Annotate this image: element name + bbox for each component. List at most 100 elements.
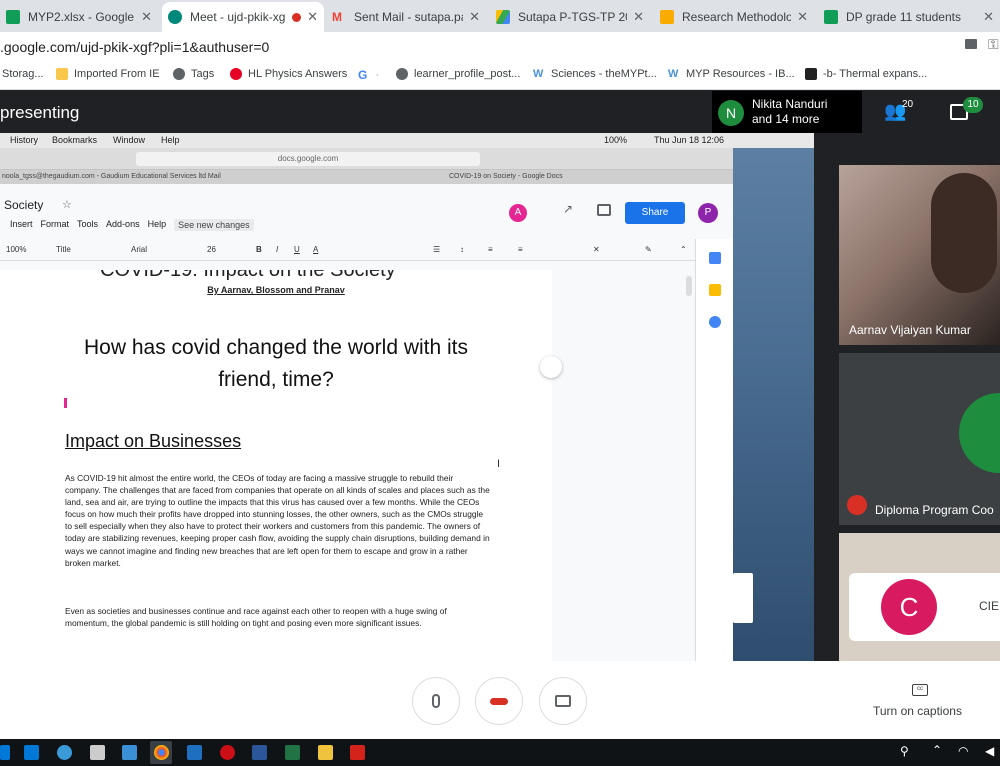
close-icon[interactable]: ✕	[307, 9, 318, 25]
bookmark-hl-physics[interactable]: HL Physics Answers	[230, 68, 347, 80]
zoom-select[interactable]: 100%	[6, 245, 26, 254]
bookmark-imported[interactable]: Imported From IE	[56, 68, 160, 80]
tab-title: Sutapa P-TGS-TP 2020	[518, 10, 627, 24]
menu-format[interactable]: Format	[41, 219, 70, 231]
share-button[interactable]: Share	[625, 202, 685, 224]
bookmark-tags[interactable]: Tags	[173, 68, 214, 80]
pdf-icon[interactable]	[350, 745, 365, 760]
camera-icon[interactable]	[965, 39, 977, 49]
mac-menu-help[interactable]: Help	[161, 135, 180, 145]
file-explorer-icon[interactable]	[318, 745, 333, 760]
key-icon[interactable]: ⚿	[988, 36, 999, 53]
hang-up-button[interactable]	[475, 677, 523, 725]
edit-mode-icon[interactable]: ✎	[645, 245, 652, 254]
tab-myp2[interactable]: MYP2.xlsx - Google Sh ✕	[0, 2, 158, 32]
captions-button[interactable]: Turn on captions	[873, 704, 962, 718]
tasks-icon[interactable]	[709, 316, 721, 328]
tab-research[interactable]: Research Methodology ✕	[654, 2, 814, 32]
bookmark-learner[interactable]: learner_profile_post...	[396, 68, 520, 80]
calendar-icon[interactable]	[709, 252, 721, 264]
clear-format-icon[interactable]: ✕	[593, 245, 600, 254]
tab-dp-grade[interactable]: DP grade 11 students ✕	[818, 2, 1000, 32]
volume-icon[interactable]: ◀	[985, 744, 994, 758]
windows-taskbar: ⚲ ⌃ ◠ ◀	[0, 739, 1000, 766]
safari-tab-docs[interactable]: COVID-19 on Society - Google Docs	[449, 173, 563, 180]
menu-tools[interactable]: Tools	[77, 219, 98, 231]
close-icon[interactable]: ✕	[141, 9, 152, 25]
close-icon[interactable]: ✕	[797, 9, 808, 25]
opera-icon[interactable]	[220, 745, 235, 760]
bookmark-label: Sciences - theMYPt...	[551, 68, 657, 80]
tab-sent-mail[interactable]: M Sent Mail - sutapa.pau ✕	[326, 2, 486, 32]
doc-paragraph: As COVID-19 hit almost the entire world,…	[65, 473, 490, 568]
store-icon[interactable]	[90, 745, 105, 760]
mail-icon[interactable]	[24, 745, 39, 760]
participant-tile[interactable]: C CIE	[839, 533, 1000, 661]
close-icon[interactable]: ✕	[633, 9, 644, 25]
menu-help[interactable]: Help	[148, 219, 167, 231]
mac-menu-window[interactable]: Window	[113, 135, 145, 145]
bookmark-storage[interactable]: Storag...	[2, 68, 44, 80]
font-select[interactable]: Arial	[131, 245, 147, 254]
captions-icon[interactable]: cc	[912, 684, 928, 696]
comment-icon[interactable]	[597, 204, 611, 216]
safari-tab-mail[interactable]: noola_tgss@thegaudium.com - Gaudium Educ…	[2, 173, 221, 180]
mac-menu-bookmarks[interactable]: Bookmarks	[52, 135, 97, 145]
bookmark-google[interactable]: G ·	[358, 68, 379, 82]
google-icon: G	[358, 68, 368, 82]
edge-icon[interactable]	[57, 745, 72, 760]
align-icon[interactable]: ☰	[433, 245, 440, 254]
chevron-up-icon[interactable]: ⌃	[932, 743, 942, 757]
bulleted-list-icon[interactable]: ≡	[518, 245, 523, 254]
excel-icon[interactable]	[285, 745, 300, 760]
presenter-info[interactable]: N Nikita Nanduri and 14 more	[712, 91, 862, 133]
avatar: N	[718, 100, 744, 126]
tab-sutapa[interactable]: Sutapa P-TGS-TP 2020 ✕	[490, 2, 650, 32]
text-color-icon[interactable]: A	[313, 245, 318, 254]
doc-page[interactable]: COVID-19: Impact on the Society By Aarna…	[0, 270, 552, 661]
scrollbar[interactable]	[686, 276, 692, 296]
participant-card: C CIE	[849, 573, 1000, 641]
activity-icon[interactable]: ↗	[563, 202, 573, 216]
bookmark-sciences[interactable]: W Sciences - theMYPt...	[533, 68, 657, 80]
line-spacing-icon[interactable]: ↕	[460, 245, 464, 254]
collapse-icon[interactable]: ⌃	[680, 245, 687, 254]
star-icon[interactable]: ☆	[62, 198, 72, 211]
bold-icon[interactable]: B	[256, 245, 262, 254]
chrome-icon[interactable]	[154, 745, 169, 760]
underline-icon[interactable]: U	[294, 245, 300, 254]
keep-icon[interactable]	[709, 284, 721, 296]
windows-start-icon[interactable]	[0, 745, 10, 760]
app-icon[interactable]	[122, 745, 137, 760]
participant-tile[interactable]: Diploma Program Coo	[839, 353, 1000, 525]
menu-addons[interactable]: Add-ons	[106, 219, 140, 231]
numbered-list-icon[interactable]: ≡	[488, 245, 493, 254]
docs-menu-bar: Insert Format Tools Add-ons Help See new…	[10, 219, 254, 231]
italic-icon[interactable]: I	[276, 245, 278, 254]
menu-insert[interactable]: Insert	[10, 219, 33, 231]
tab-meet[interactable]: Meet - ujd-pkik-xg ✕	[162, 2, 324, 32]
word-icon[interactable]	[252, 745, 267, 760]
see-new-changes-link[interactable]: See new changes	[174, 219, 254, 231]
bookmark-thermal[interactable]: -b- Thermal expans...	[805, 68, 927, 80]
wifi-icon[interactable]: ◠	[958, 744, 968, 758]
mac-menu-history[interactable]: History	[10, 135, 38, 145]
safari-url-field[interactable]: docs.google.com	[136, 152, 480, 166]
size-select[interactable]: 26	[207, 245, 216, 254]
app-icon[interactable]	[187, 745, 202, 760]
style-select[interactable]: Title	[56, 245, 71, 254]
url-field[interactable]: .google.com/ujd-pkik-xgf?pli=1&authuser=…	[0, 39, 269, 55]
close-icon[interactable]: ✕	[983, 9, 994, 25]
participant-tile[interactable]: Aarnav Vijaiyan Kumar	[839, 165, 1000, 345]
close-icon[interactable]: ✕	[469, 9, 480, 25]
globe-icon	[396, 68, 408, 80]
sheets-icon	[824, 10, 838, 24]
bookmark-myp-resources[interactable]: W MYP Resources - IB...	[668, 68, 795, 80]
w-icon: W	[668, 68, 679, 80]
doc-title[interactable]: Society	[4, 198, 43, 212]
mic-button[interactable]	[412, 677, 460, 725]
camera-button[interactable]	[539, 677, 587, 725]
add-comment-icon[interactable]	[540, 356, 562, 378]
battery-status: 100%	[604, 135, 628, 145]
people-icon[interactable]: ⚲	[900, 744, 909, 758]
